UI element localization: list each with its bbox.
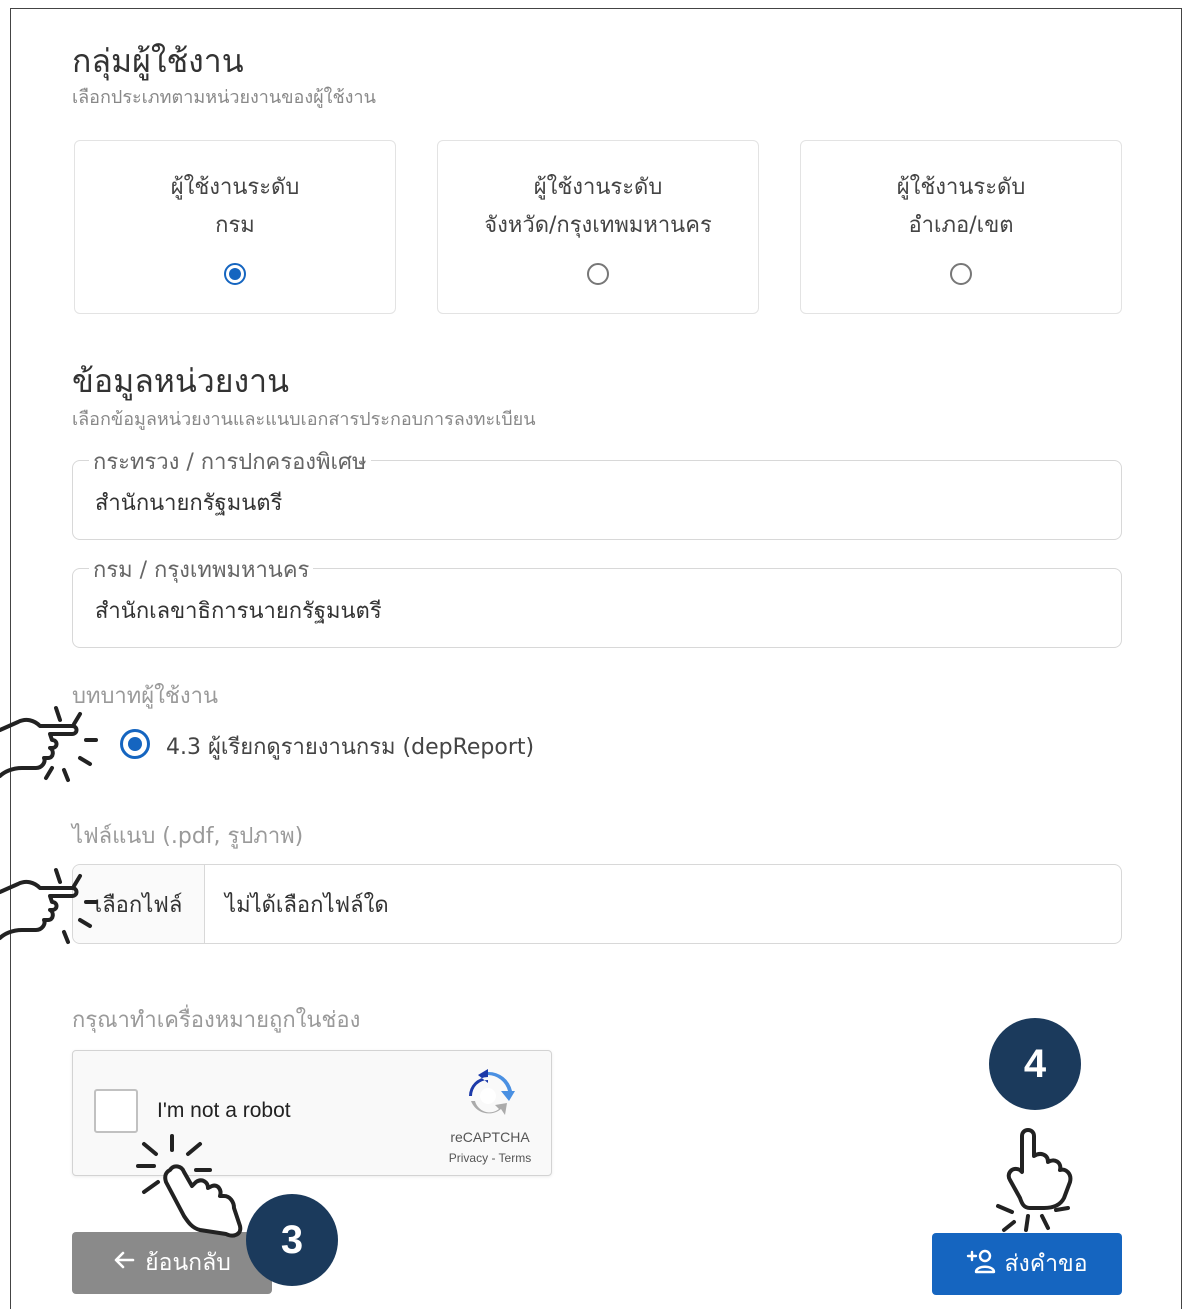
user-group-card-province[interactable]: ผู้ใช้งานระดับ จังหวัด/กรุงเทพมหานคร [437, 140, 759, 314]
role-radio[interactable] [120, 729, 150, 759]
add-user-icon [966, 1248, 996, 1280]
arrow-left-icon [113, 1249, 135, 1277]
card-label-line1: ผู้ใช้งานระดับ [533, 175, 663, 200]
ministry-field-label: กระทรวง / การปกครองพิเศษ [89, 444, 371, 479]
step-3-badge: 3 [246, 1194, 338, 1286]
recaptcha-logo-icon [469, 1069, 515, 1115]
role-option-label[interactable]: 4.3 ผู้เรียกดูรายงานกรม (depReport) [166, 729, 534, 764]
pointing-hand-icon [0, 706, 98, 782]
user-group-radio-district[interactable] [950, 263, 972, 285]
card-label-line1: ผู้ใช้งานระดับ [170, 175, 300, 200]
user-group-subtitle: เลือกประเภทตามหน่วยงานของผู้ใช้งาน [72, 87, 376, 108]
submit-button-label: ส่งคำขอ [1004, 1251, 1088, 1277]
card-label-line2: กรม [215, 213, 255, 238]
back-button[interactable]: ย้อนกลับ [72, 1232, 272, 1294]
department-field-value: สำนักเลขาธิการนายกรัฐมนตรี [95, 599, 382, 624]
step-4-badge: 4 [989, 1018, 1081, 1110]
captcha-links[interactable]: Privacy - Terms [433, 1151, 547, 1165]
card-label-line2: จังหวัด/กรุงเทพมหานคร [484, 213, 712, 238]
pointing-hand-icon [136, 1134, 243, 1238]
ministry-field[interactable]: กระทรวง / การปกครองพิเศษ สำนักนายกรัฐมนต… [72, 444, 1122, 540]
user-group-card-district[interactable]: ผู้ใช้งานระดับ อำเภอ/เขต [800, 140, 1122, 314]
file-status: ไม่ได้เลือกไฟล์ใด [225, 892, 389, 918]
captcha-label: กรุณาทำเครื่องหมายถูกในช่อง [72, 1008, 361, 1033]
user-group-title: กลุ่มผู้ใช้งาน [72, 42, 244, 80]
department-field-label: กรม / กรุงเทพมหานคร [89, 552, 314, 587]
user-group-card-department[interactable]: ผู้ใช้งานระดับ กรม [74, 140, 396, 314]
captcha-checkbox[interactable] [94, 1089, 138, 1133]
pointing-hand-icon [0, 868, 98, 944]
file-input[interactable]: เลือกไฟล์ ไม่ได้เลือกไฟล์ใด [72, 864, 1122, 944]
captcha-brand: reCAPTCHA [450, 1129, 530, 1145]
agency-subtitle: เลือกข้อมูลหน่วยงานและแนบเอกสารประกอบการ… [72, 409, 536, 430]
attachment-label: ไฟล์แนบ (.pdf, รูปภาพ) [72, 824, 304, 849]
ministry-field-value: สำนักนายกรัฐมนตรี [95, 491, 283, 516]
captcha-text: I'm not a robot [157, 1099, 291, 1122]
department-field[interactable]: กรม / กรุงเทพมหานคร สำนักเลขาธิการนายกรั… [72, 552, 1122, 648]
user-group-radio-province[interactable] [587, 263, 609, 285]
back-button-label: ย้อนกลับ [145, 1250, 231, 1276]
card-label-line2: อำเภอ/เขต [908, 213, 1014, 238]
card-label-line1: ผู้ใช้งานระดับ [896, 175, 1026, 200]
submit-request-button[interactable]: ส่งคำขอ [932, 1233, 1122, 1295]
user-group-radio-department[interactable] [224, 263, 246, 285]
agency-title: ข้อมูลหน่วยงาน [72, 362, 289, 400]
pointing-hand-icon [996, 1128, 1073, 1232]
